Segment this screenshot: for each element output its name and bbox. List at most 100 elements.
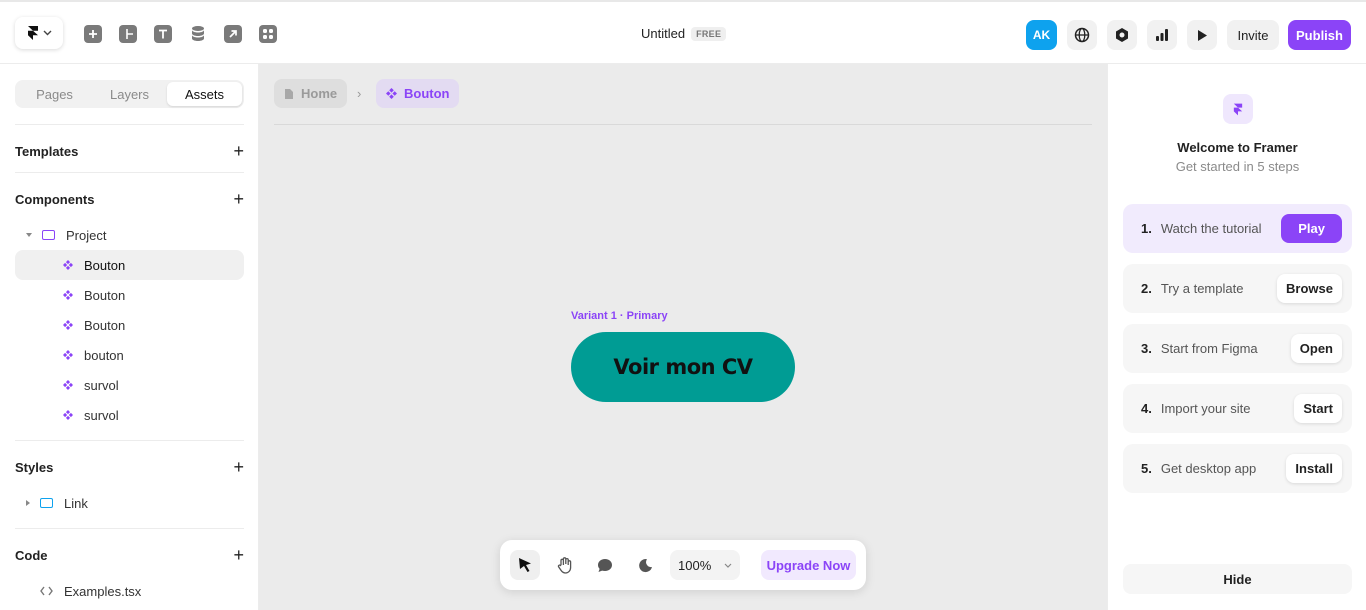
open-figma-button[interactable]: Open: [1290, 334, 1342, 363]
add-code-icon[interactable]: +: [233, 546, 244, 564]
variant-label[interactable]: Variant 1 · Primary: [571, 310, 668, 322]
step-label: Watch the tutorial: [1160, 221, 1262, 236]
add-style-icon[interactable]: +: [233, 458, 244, 476]
section-title-code: Code: [15, 547, 48, 563]
user-avatar[interactable]: AK: [1026, 20, 1057, 50]
play-icon[interactable]: [1187, 20, 1217, 50]
dark-mode-icon[interactable]: [630, 550, 660, 580]
publish-button[interactable]: Publish: [1288, 20, 1351, 50]
hand-icon[interactable]: [550, 550, 580, 580]
tab-pages[interactable]: Pages: [17, 82, 92, 106]
invite-button[interactable]: Invite: [1227, 20, 1279, 50]
link-arrow-icon[interactable]: [224, 25, 242, 43]
onboarding-step: 5. Get desktop app Install: [1123, 444, 1352, 493]
step-label: Get desktop app: [1160, 461, 1257, 476]
component-item[interactable]: survol: [15, 370, 244, 400]
chevron-down-icon: [43, 30, 51, 36]
zoom-select[interactable]: 100%: [670, 550, 740, 580]
add-component-icon[interactable]: +: [233, 190, 244, 208]
upgrade-now-button[interactable]: Upgrade Now: [761, 550, 856, 580]
folder-label: Link: [64, 495, 88, 511]
onboarding-step: 3. Start from Figma Open: [1123, 324, 1352, 373]
start-import-button[interactable]: Start: [1294, 394, 1342, 423]
install-desktop-button[interactable]: Install: [1286, 454, 1342, 483]
add-template-icon[interactable]: +: [233, 142, 244, 160]
plan-badge: FREE: [691, 26, 727, 41]
component-item[interactable]: bouton: [15, 340, 244, 370]
tab-assets[interactable]: Assets: [167, 82, 242, 106]
component-icon: [63, 290, 73, 300]
text-icon[interactable]: [154, 25, 172, 43]
document-name: Untitled: [641, 26, 686, 41]
chevron-down-icon: [724, 563, 732, 568]
component-item[interactable]: Bouton: [15, 310, 244, 340]
caret-down-icon[interactable]: [26, 233, 32, 237]
framer-logo-icon: [27, 26, 38, 40]
styles-section-header: Styles +: [15, 458, 244, 476]
component-icon: [63, 410, 73, 420]
document-title[interactable]: Untitled FREE: [641, 26, 727, 41]
analytics-icon[interactable]: [1147, 20, 1177, 50]
chevron-right-icon: ›: [357, 86, 362, 101]
breadcrumb-current-label: Bouton: [404, 86, 450, 101]
component-item[interactable]: Bouton: [15, 250, 244, 280]
component-label: survol: [84, 377, 119, 393]
welcome-subtitle: Get started in 5 steps: [1175, 159, 1300, 174]
right-sidebar: Welcome to Framer Get started in 5 steps…: [1107, 64, 1366, 610]
code-icon: [40, 586, 53, 596]
section-title-components: Components: [15, 191, 95, 207]
step-label: Start from Figma: [1160, 341, 1258, 356]
step-label: Import your site: [1160, 401, 1251, 416]
plugins-icon[interactable]: [259, 25, 277, 43]
step-label: Try a template: [1160, 281, 1244, 296]
step-number: 3.: [1141, 341, 1152, 356]
code-section-header: Code +: [15, 546, 244, 564]
bottom-toolbar: 100% Upgrade Now: [500, 540, 866, 590]
welcome-title: Welcome to Framer: [1177, 140, 1298, 155]
browse-templates-button[interactable]: Browse: [1277, 274, 1342, 303]
cv-button-component[interactable]: Voir mon CV: [571, 332, 795, 402]
onboarding-step: 2. Try a template Browse: [1123, 264, 1352, 313]
component-label: bouton: [84, 347, 124, 363]
framer-menu-button[interactable]: [15, 17, 63, 49]
globe-icon[interactable]: [1067, 20, 1097, 50]
components-section-header: Components +: [15, 190, 244, 208]
folder-label: Project: [66, 227, 107, 243]
play-tutorial-button[interactable]: Play: [1281, 214, 1342, 243]
cursor-icon[interactable]: [510, 550, 540, 580]
folder-project[interactable]: Project: [15, 220, 244, 250]
layout-icon[interactable]: [119, 25, 137, 43]
step-number: 2.: [1141, 281, 1152, 296]
component-label: survol: [84, 407, 119, 423]
breadcrumb-current[interactable]: Bouton: [376, 79, 460, 108]
code-file-item[interactable]: Examples.tsx: [15, 576, 244, 606]
divider: [15, 440, 244, 441]
divider: [15, 172, 244, 173]
component-item[interactable]: survol: [15, 400, 244, 430]
insert-icon[interactable]: [84, 25, 102, 43]
code-file-label: Examples.tsx: [64, 583, 142, 599]
settings-hexagon-icon[interactable]: [1107, 20, 1137, 50]
cms-icon[interactable]: [189, 25, 207, 43]
zoom-value: 100%: [678, 557, 712, 573]
component-label: Bouton: [84, 287, 126, 303]
component-label: Bouton: [84, 317, 126, 333]
comment-icon[interactable]: [590, 550, 620, 580]
component-icon: [63, 320, 73, 330]
folder-icon: [40, 498, 53, 508]
caret-right-icon[interactable]: [26, 500, 30, 506]
hide-button[interactable]: Hide: [1123, 564, 1352, 594]
divider: [274, 124, 1092, 125]
breadcrumb-home[interactable]: Home: [274, 79, 348, 108]
folder-link[interactable]: Link: [15, 488, 244, 518]
divider: [15, 528, 244, 529]
onboarding-step: 1. Watch the tutorial Play: [1123, 204, 1352, 253]
canvas[interactable]: Home › Bouton Variant 1 · Primary Voir m…: [259, 64, 1107, 610]
panel-tabs: Pages Layers Assets: [15, 80, 244, 108]
section-title-templates: Templates: [15, 143, 79, 159]
component-label: Bouton: [84, 257, 126, 273]
tab-layers[interactable]: Layers: [92, 82, 167, 106]
component-item[interactable]: Bouton: [15, 280, 244, 310]
component-icon: [63, 260, 73, 270]
step-number: 1.: [1141, 221, 1152, 236]
